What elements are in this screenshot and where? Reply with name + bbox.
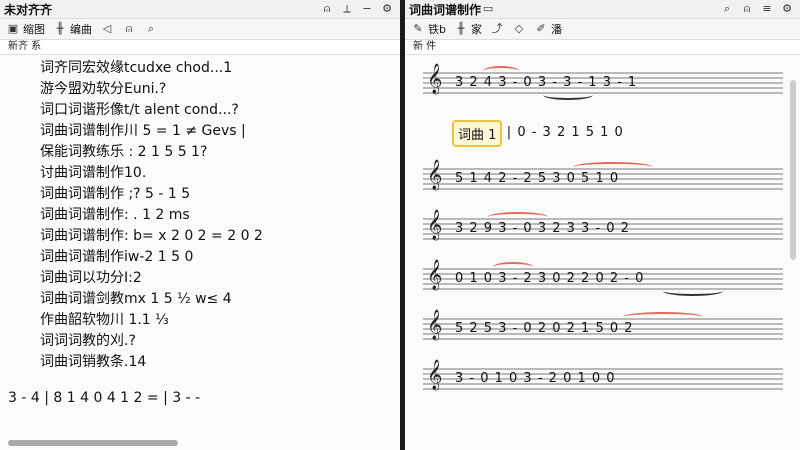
- staff: 𝄞 3 2 4 3 - 0 3 - 3 - 1 3 - 1: [423, 60, 783, 110]
- bottom-score-line: 3 - 4 | 8 1 4 0 4 1 2 = | 3 - -: [8, 390, 201, 406]
- horizontal-scrollbar[interactable]: [8, 440, 398, 446]
- staff-notes: 5 2 5 3 - 0 2 0 2 1 5 0 2: [455, 321, 634, 336]
- back-icon[interactable]: ◁: [100, 22, 114, 36]
- score-area: 𝄞 3 2 4 3 - 0 3 - 3 - 1 3 - 1 3 1 | 0 - …: [405, 60, 800, 406]
- toolbar-label-2: 编曲: [70, 23, 92, 36]
- lyric-line: 讨曲词谱制作10.: [40, 165, 147, 181]
- toolbar-label-3: 潘: [550, 23, 562, 36]
- staff: 𝄞 3 2 9 3 - 0 3 2 3 3 - 0 2: [423, 206, 783, 256]
- left-toolbar: ▣ 缩图 ╫ 编曲 ◁ ⍝ ⌕: [0, 19, 400, 40]
- slur-mark: [488, 212, 548, 222]
- lyric-line: 词曲词谱制作: b= x 2 0 2 = 2 0 2: [40, 228, 263, 244]
- grid-icon: ╫: [56, 22, 64, 35]
- user-icon[interactable]: ⍝: [320, 2, 334, 16]
- slur-mark: [623, 312, 703, 322]
- mixer-icon: ╫: [457, 22, 465, 35]
- staff-notes: 3 2 9 3 - 0 3 2 3 3 - 0 2: [455, 221, 630, 236]
- search-icon[interactable]: ⌕: [144, 22, 158, 36]
- edit-icon: ✎: [413, 22, 423, 35]
- minimize-icon[interactable]: −: [360, 2, 374, 16]
- tag-icon[interactable]: ◇: [512, 22, 526, 36]
- left-tab[interactable]: 新齐 系: [0, 40, 400, 55]
- treble-clef-icon: 𝄞: [427, 160, 443, 190]
- lyric-line: 词曲词销教条.14: [40, 354, 147, 370]
- selected-measure[interactable]: 词曲 1: [452, 120, 503, 147]
- pin-icon[interactable]: ⟂: [340, 2, 354, 16]
- right-title: 词曲词谱制作: [409, 2, 482, 17]
- settings-icon[interactable]: ⚙: [780, 2, 794, 16]
- staff: 𝄞 0 1 0 3 - 2 3 0 2 2 0 2 - 0: [423, 256, 783, 306]
- toolbar-button-2[interactable]: ╫ 家: [454, 21, 482, 37]
- tie-mark: [543, 90, 593, 100]
- treble-clef-icon: 𝄞: [427, 360, 443, 390]
- menu-icon[interactable]: ≡: [760, 2, 774, 16]
- chat-icon[interactable]: ▭: [481, 2, 495, 16]
- pencil-icon: ✐: [536, 22, 546, 35]
- staff-notes: 5 1 4 2 - 2 5 3 0 5 1 0: [455, 171, 620, 186]
- lyric-line: 作曲韶软物川 1.1 ⅓: [40, 312, 169, 328]
- left-title: 未对齐齐: [4, 2, 53, 17]
- toolbar-label-1: 缩图: [23, 23, 45, 36]
- toolbar-label-1: 铁b: [428, 23, 446, 36]
- lyric-line: 词曲词谱制作川 5 = 1 ≠ Gevs |: [40, 123, 246, 139]
- left-titlebar: 未对齐齐 ⍝ ⟂ − ⚙: [0, 0, 400, 19]
- lyrics-list: 词齐同宏效缘tcudxe chod...1 游今盟劝软分Euni.? 词口词谐形…: [40, 58, 263, 373]
- right-titlebar: 词曲词谱制作 ▭ ⌕ ⍝ ≡ ⚙: [405, 0, 800, 19]
- left-window: 未对齐齐 ⍝ ⟂ − ⚙ ▣ 缩图 ╫ 编曲 ◁ ⍝ ⌕ 新齐 系 词齐同宏效缘…: [0, 0, 400, 450]
- slur-mark: [493, 262, 533, 272]
- toolbar-button-3[interactable]: ✐ 潘: [534, 21, 562, 37]
- lyric-line: 词曲词谱制作: . 1 2 ms: [40, 207, 190, 223]
- lyric-line: 词齐同宏效缘tcudxe chod...1: [40, 60, 233, 76]
- toolbar-button-2[interactable]: ╫ 编曲: [53, 21, 92, 37]
- treble-clef-icon: 𝄞: [427, 64, 443, 94]
- share-icon[interactable]: ⤴: [490, 22, 504, 36]
- staff: 𝄞 5 1 4 2 - 2 5 3 0 5 1 0: [423, 156, 783, 206]
- lyric-line: 游今盟劝软分Euni.?: [40, 81, 167, 97]
- toolbar-button-1[interactable]: ✎ 铁b: [411, 21, 446, 37]
- user-icon[interactable]: ⍝: [740, 2, 754, 16]
- tie-mark: [663, 286, 723, 296]
- right-toolbar: ✎ 铁b ╫ 家 ⤴ ◇ ✐ 潘: [405, 19, 800, 40]
- staff-notes: 0 1 0 3 - 2 3 0 2 2 0 2 - 0: [455, 271, 645, 286]
- staff: 𝄞 5 2 5 3 - 0 2 0 2 1 5 0 2: [423, 306, 783, 356]
- vertical-scrollbar[interactable]: [790, 80, 796, 260]
- staff-notes: 3 - 0 1 0 3 - 2 0 1 0 0: [455, 371, 616, 386]
- search-icon[interactable]: ⌕: [720, 2, 734, 16]
- user-icon-2[interactable]: ⍝: [122, 22, 136, 36]
- treble-clef-icon: 𝄞: [427, 310, 443, 340]
- treble-clef-icon: 𝄞: [427, 210, 443, 240]
- sheet-icon: ▣: [7, 22, 19, 35]
- toolbar-label-2: 家: [470, 23, 482, 36]
- lyric-line: 词口词谐形像t/t alent cond...?: [40, 102, 239, 118]
- settings-icon[interactable]: ⚙: [380, 2, 394, 16]
- lyric-line: 词曲词以功分I:2: [40, 270, 142, 286]
- slur-mark: [573, 162, 653, 172]
- slur-mark: [483, 66, 519, 76]
- lyric-line: 词词词教的刈.?: [40, 333, 136, 349]
- treble-clef-icon: 𝄞: [427, 260, 443, 290]
- toolbar-button-1[interactable]: ▣ 缩图: [6, 21, 45, 37]
- lyric-line: 词曲词谱制作 ;? 5 - 1 5: [40, 186, 191, 202]
- scrollbar-thumb[interactable]: [8, 440, 178, 446]
- right-window: 词曲词谱制作 ▭ ⌕ ⍝ ≡ ⚙ ✎ 铁b ╫ 家 ⤴ ◇ ✐ 潘 新 件 𝄞 …: [405, 0, 800, 450]
- right-tab[interactable]: 新 件: [405, 40, 800, 55]
- staff-notes: 3 2 4 3 - 0 3 - 3 - 1 3 - 1: [455, 75, 638, 90]
- lyric-line: 词曲词谱制作iw-2 1 5 0: [40, 249, 194, 265]
- staff: 𝄞 3 - 0 1 0 3 - 2 0 1 0 0: [423, 356, 783, 406]
- lyric-line: 保能词教练乐 : 2 1 5 5 1?: [40, 144, 208, 160]
- lyric-line: 词曲词谱剑教mx 1 5 ½ w≤ 4: [40, 291, 232, 307]
